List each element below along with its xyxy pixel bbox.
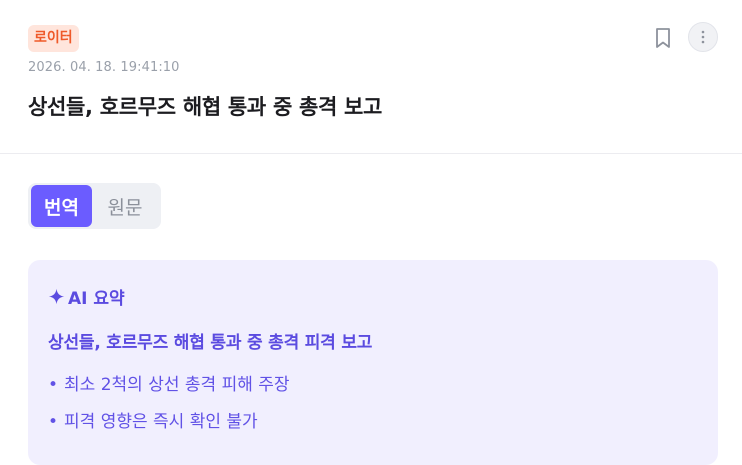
language-toggle: 번역 원문 bbox=[28, 183, 161, 229]
ai-summary-title: AI 요약 bbox=[48, 284, 125, 309]
article-title: 상선들, 호르무즈 해협 통과 중 총격 보고 bbox=[28, 95, 383, 119]
more-vertical-icon bbox=[701, 30, 705, 44]
ai-summary-label: AI 요약 bbox=[68, 289, 125, 309]
source-badge: 로이터 bbox=[28, 25, 79, 52]
ai-summary-card: AI 요약 상선들, 호르무즈 해협 통과 중 총격 피격 보고 • 최소 2척의… bbox=[28, 260, 718, 465]
more-options-button[interactable] bbox=[688, 22, 718, 52]
sparkle-icon bbox=[48, 288, 65, 305]
bookmark-icon bbox=[656, 28, 670, 48]
bookmark-button[interactable] bbox=[652, 26, 674, 50]
article-timestamp: 2026. 04. 18. 19:41:10 bbox=[28, 60, 180, 75]
tab-original[interactable]: 원문 bbox=[92, 185, 158, 227]
tab-translation[interactable]: 번역 bbox=[31, 185, 92, 227]
ai-summary-headline: 상선들, 호르무즈 해협 통과 중 총격 피격 보고 bbox=[48, 333, 373, 353]
summary-bullet: • 최소 2척의 상선 총격 피해 주장 bbox=[48, 375, 290, 395]
summary-bullet: • 피격 영향은 즉시 확인 불가 bbox=[48, 412, 258, 432]
article-header: 로이터 2026. 04. 18. 19:41:10 상선들, 호르무즈 해협 … bbox=[0, 0, 742, 154]
ai-summary-bullets: • 최소 2척의 상선 총격 피해 주장 • 피격 영향은 즉시 확인 불가 bbox=[48, 372, 290, 446]
